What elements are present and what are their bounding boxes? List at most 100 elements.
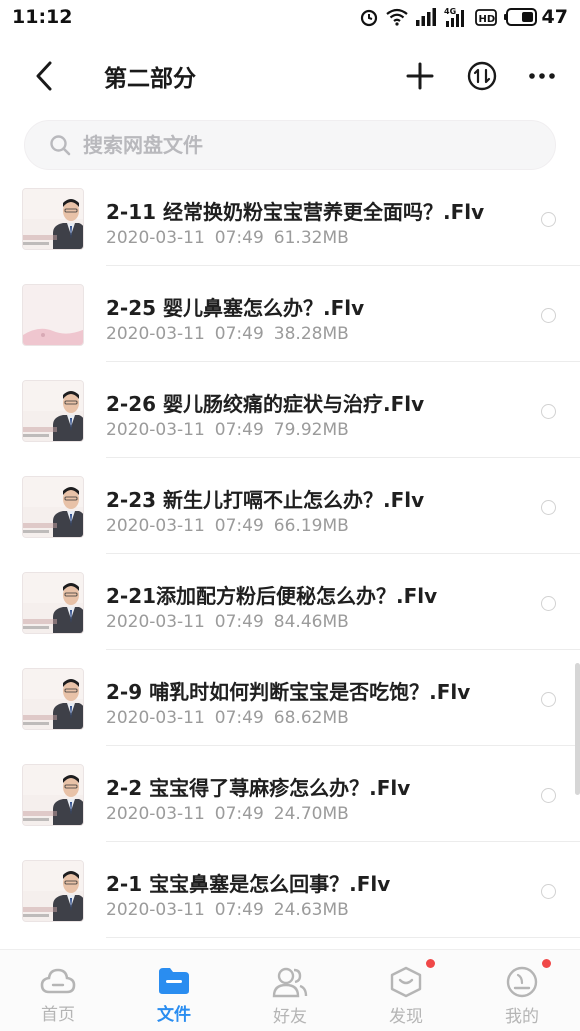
scrollbar[interactable] — [575, 663, 580, 795]
video-thumbnail — [22, 764, 84, 826]
select-radio[interactable] — [541, 596, 556, 611]
sort-arrows-icon — [467, 61, 497, 91]
select-radio[interactable] — [541, 308, 556, 323]
video-thumbnail — [22, 476, 84, 538]
file-date: 2020-03-11 — [106, 804, 205, 824]
file-date: 2020-03-11 — [106, 612, 205, 632]
file-size: 66.19MB — [273, 516, 349, 536]
network-label: 4G — [444, 7, 456, 16]
signal-icon — [415, 8, 436, 26]
select-radio[interactable] — [541, 788, 556, 803]
file-meta: 2020-03-11 07:49 84.46MB — [106, 612, 359, 632]
back-button[interactable] — [24, 56, 64, 96]
file-date: 2020-03-11 — [106, 324, 205, 344]
select-radio[interactable] — [541, 404, 556, 419]
nav-label: 发现 — [389, 1007, 423, 1027]
video-thumbnail — [22, 668, 84, 730]
file-time: 07:49 — [214, 804, 264, 824]
file-time: 07:49 — [214, 324, 264, 344]
file-size: 68.62MB — [273, 708, 349, 728]
file-list: 2-11 经常换奶粉宝宝营养更全面吗？.Flv 2020-03-11 07:49 61… — [0, 170, 580, 938]
select-radio[interactable] — [541, 692, 556, 707]
friends-icon — [272, 967, 308, 998]
file-row[interactable]: 2-21添加配方粉后便秘怎么办？.Flv 2020-03-11 07:49 84.46… — [0, 554, 580, 650]
file-row[interactable]: 2-2 宝宝得了荨麻疹怎么办？.Flv 2020-03-11 07:49 24.70M… — [0, 746, 580, 842]
discover-icon — [390, 966, 422, 998]
video-thumbnail — [22, 380, 84, 442]
bottom-nav: 首页 文件 好友 发现 我的 — [0, 949, 580, 1031]
file-size: 24.63MB — [273, 900, 349, 920]
video-thumbnail — [22, 572, 84, 634]
nav-item-cloud[interactable]: 首页 — [0, 950, 116, 1031]
file-name: 2-2 宝宝得了荨麻疹怎么办？.Flv — [106, 776, 411, 800]
alarm-icon — [360, 9, 377, 27]
file-meta: 2020-03-11 07:49 66.19MB — [106, 516, 359, 536]
file-time: 07:49 — [214, 516, 264, 536]
wifi-icon — [385, 8, 408, 26]
video-thumbnail — [22, 188, 84, 250]
search-bar[interactable] — [24, 120, 556, 170]
file-date: 2020-03-11 — [106, 516, 205, 536]
file-row[interactable]: 2-25 婴儿鼻塞怎么办？.Flv 2020-03-11 07:49 38.28MB — [0, 266, 580, 362]
file-size: 38.28MB — [273, 324, 349, 344]
nav-item-friends[interactable]: 好友 — [232, 950, 348, 1031]
folder-icon — [159, 968, 189, 994]
file-meta: 2020-03-11 07:49 79.92MB — [106, 420, 359, 440]
nav-label: 我的 — [505, 1007, 539, 1027]
hd-label: HD — [478, 14, 495, 25]
more-dots-icon — [529, 73, 555, 79]
file-date: 2020-03-11 — [106, 228, 205, 248]
nav-item-discover[interactable]: 发现 — [348, 950, 464, 1031]
status-bar: 11:12 4G HD 47 — [0, 0, 580, 34]
battery-level: 47 — [541, 6, 568, 28]
file-row[interactable]: 2-9 哺乳时如何判断宝宝是否吃饱？.Flv 2020-03-11 07:49 68.… — [0, 650, 580, 746]
file-meta: 2020-03-11 07:49 38.28MB — [106, 324, 359, 344]
nav-label: 首页 — [41, 1005, 75, 1025]
file-time: 07:49 — [214, 228, 264, 248]
add-button[interactable] — [400, 56, 440, 96]
nav-label: 好友 — [273, 1007, 307, 1027]
file-meta: 2020-03-11 07:49 24.63MB — [106, 900, 359, 920]
more-button[interactable] — [522, 56, 562, 96]
file-name: 2-21添加配方粉后便秘怎么办？.Flv — [106, 584, 438, 608]
hd-icon: HD — [474, 9, 497, 26]
file-row[interactable]: 2-1 宝宝鼻塞是怎么回事？.Flv 2020-03-11 07:49 24.63MB — [0, 842, 580, 938]
battery-icon — [503, 8, 537, 26]
file-time: 07:49 — [214, 708, 264, 728]
file-row[interactable]: 2-11 经常换奶粉宝宝营养更全面吗？.Flv 2020-03-11 07:49 61… — [0, 170, 580, 266]
notification-dot — [426, 959, 435, 968]
select-radio[interactable] — [541, 884, 556, 899]
file-meta: 2020-03-11 07:49 61.32MB — [106, 228, 359, 248]
notification-dot — [542, 959, 551, 968]
sort-button[interactable] — [462, 56, 502, 96]
file-size: 24.70MB — [273, 804, 349, 824]
file-date: 2020-03-11 — [106, 420, 205, 440]
nav-item-folder[interactable]: 文件 — [116, 950, 232, 1031]
file-row[interactable]: 2-23 新生儿打嗝不止怎么办？.Flv 2020-03-11 07:49 66.19… — [0, 458, 580, 554]
profile-icon — [506, 966, 538, 998]
cloud-icon — [40, 968, 76, 994]
signal-4g-icon: 4G — [444, 7, 464, 27]
file-date: 2020-03-11 — [106, 900, 205, 920]
file-row[interactable]: 2-26 婴儿肠绞痛的症状与治疗.Flv 2020-03-11 07:49 79.92… — [0, 362, 580, 458]
page-title: 第二部分 — [104, 66, 196, 92]
status-icons: 4G HD 47 — [359, 6, 568, 28]
file-name: 2-1 宝宝鼻塞是怎么回事？.Flv — [106, 872, 391, 896]
file-time: 07:49 — [214, 900, 264, 920]
search-icon — [50, 135, 71, 156]
file-meta: 2020-03-11 07:49 24.70MB — [106, 804, 359, 824]
file-name: 2-26 婴儿肠绞痛的症状与治疗.Flv — [106, 392, 425, 416]
nav-label: 文件 — [157, 1005, 191, 1025]
video-thumbnail — [22, 284, 84, 346]
file-size: 79.92MB — [273, 420, 349, 440]
nav-item-profile[interactable]: 我的 — [464, 950, 580, 1031]
select-radio[interactable] — [541, 500, 556, 515]
search-input[interactable] — [83, 133, 523, 157]
file-size: 84.46MB — [273, 612, 349, 632]
chevron-left-icon — [36, 61, 52, 91]
file-name: 2-9 哺乳时如何判断宝宝是否吃饱？.Flv — [106, 680, 471, 704]
select-radio[interactable] — [541, 212, 556, 227]
file-name: 2-23 新生儿打嗝不止怎么办？.Flv — [106, 488, 425, 512]
file-meta: 2020-03-11 07:49 68.62MB — [106, 708, 359, 728]
status-time: 11:12 — [12, 6, 73, 28]
